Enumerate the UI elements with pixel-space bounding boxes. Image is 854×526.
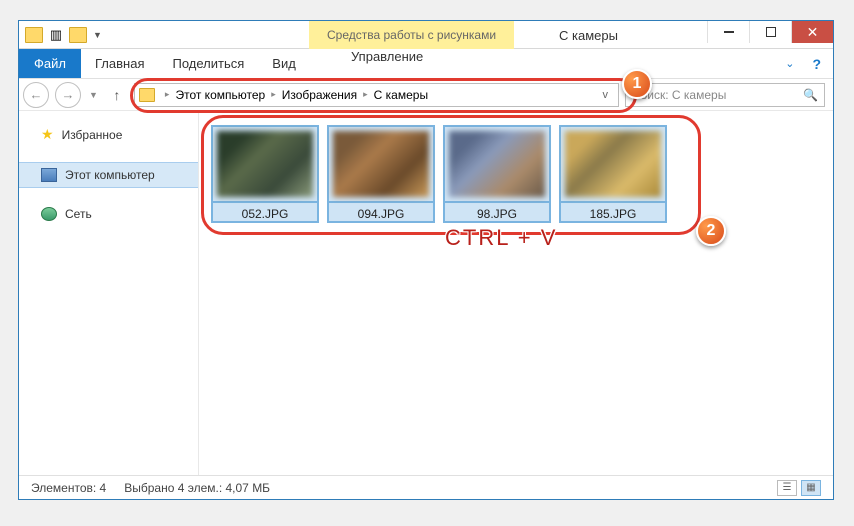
sidebar-item-favorites[interactable]: ★ Избранное	[19, 121, 198, 148]
history-dropdown-icon[interactable]: ▼	[87, 90, 100, 100]
status-bar: Элементов: 4 Выбрано 4 элем.: 4,07 МБ ☰ …	[19, 475, 833, 499]
files-selection-wrap: 052.JPG 094.JPG 98.JPG 185.JPG	[211, 125, 677, 223]
tab-manage[interactable]: Управление	[309, 49, 465, 64]
navigation-row: ← → ▼ ↑ ▸ Этот компьютер ▸ Изображения ▸…	[19, 79, 833, 111]
sidebar-item-label: Сеть	[65, 207, 92, 221]
annotation-badge: 2	[696, 216, 726, 246]
file-name: 185.JPG	[559, 203, 667, 223]
computer-icon	[41, 168, 57, 182]
file-name: 98.JPG	[443, 203, 551, 223]
search-input[interactable]: Поиск: С камеры 🔍	[625, 83, 825, 107]
folder-icon[interactable]	[25, 27, 43, 43]
sidebar-item-label: Избранное	[62, 128, 123, 142]
breadcrumb-segment[interactable]: Этот компьютер	[175, 88, 265, 102]
view-toggles: ☰ ▦	[777, 480, 821, 496]
tab-view[interactable]: Вид	[258, 49, 310, 78]
file-tab[interactable]: Файл	[19, 49, 81, 78]
search-placeholder: Поиск: С камеры	[632, 88, 726, 102]
address-bar[interactable]: ▸ Этот компьютер ▸ Изображения ▸ С камер…	[134, 83, 619, 107]
thumbnail	[443, 125, 551, 203]
thumbnail	[211, 125, 319, 203]
ribbon-tabs: Файл Главная Поделиться Вид Управление ⌄…	[19, 49, 833, 79]
status-selection: Выбрано 4 элем.: 4,07 МБ	[124, 481, 270, 495]
folder-icon	[139, 88, 155, 102]
explorer-window: ▥ ▼ Средства работы с рисунками С камеры…	[18, 20, 834, 500]
details-view-button[interactable]: ☰	[777, 480, 797, 496]
search-icon[interactable]: 🔍	[803, 88, 818, 102]
file-name: 052.JPG	[211, 203, 319, 223]
window-title: С камеры	[559, 21, 618, 49]
chevron-right-icon[interactable]: ▸	[161, 89, 174, 100]
breadcrumb-segment[interactable]: С камеры	[374, 88, 428, 102]
file-list-pane[interactable]: 052.JPG 094.JPG 98.JPG 185.JPG	[199, 111, 833, 475]
thumbnail	[327, 125, 435, 203]
minimize-button[interactable]	[707, 21, 749, 43]
back-button[interactable]: ←	[23, 82, 49, 108]
file-item[interactable]: 052.JPG	[211, 125, 319, 223]
status-item-count: Элементов: 4	[31, 481, 106, 495]
address-dropdown-icon[interactable]: v	[597, 89, 615, 101]
title-bar: ▥ ▼ Средства работы с рисунками С камеры…	[19, 21, 833, 49]
file-item[interactable]: 185.JPG	[559, 125, 667, 223]
star-icon: ★	[41, 126, 54, 143]
sidebar-item-network[interactable]: Сеть	[19, 202, 198, 226]
close-button[interactable]: ✕	[791, 21, 833, 43]
thumbnails-view-button[interactable]: ▦	[801, 480, 821, 496]
annotation-shortcut-label: CTRL + V	[445, 225, 557, 251]
address-bar-wrap: ▸ Этот компьютер ▸ Изображения ▸ С камер…	[134, 83, 619, 107]
network-icon	[41, 207, 57, 221]
navigation-pane: ★ Избранное Этот компьютер Сеть	[19, 111, 199, 475]
properties-icon[interactable]: ▥	[47, 26, 65, 44]
context-tab-label: Средства работы с рисунками	[309, 21, 514, 49]
help-icon[interactable]: ?	[812, 56, 821, 72]
file-item[interactable]: 98.JPG	[443, 125, 551, 223]
thumbnail	[559, 125, 667, 203]
new-folder-icon[interactable]	[69, 27, 87, 43]
file-name: 094.JPG	[327, 203, 435, 223]
ribbon-expand-icon[interactable]: ⌄	[785, 57, 794, 70]
tab-home[interactable]: Главная	[81, 49, 158, 78]
chevron-right-icon[interactable]: ▸	[267, 89, 280, 100]
qat-dropdown-icon[interactable]: ▼	[93, 30, 102, 40]
up-button[interactable]: ↑	[106, 84, 128, 106]
chevron-right-icon[interactable]: ▸	[359, 89, 372, 100]
maximize-button[interactable]	[749, 21, 791, 43]
quick-access-toolbar: ▥ ▼	[19, 21, 108, 48]
sidebar-item-label: Этот компьютер	[65, 168, 155, 182]
body: ★ Избранное Этот компьютер Сеть 052.JPG	[19, 111, 833, 475]
file-item[interactable]: 094.JPG	[327, 125, 435, 223]
breadcrumb-segment[interactable]: Изображения	[282, 88, 357, 102]
window-controls: ✕	[707, 21, 833, 48]
forward-button[interactable]: →	[55, 82, 81, 108]
sidebar-item-computer[interactable]: Этот компьютер	[19, 162, 198, 188]
tab-share[interactable]: Поделиться	[158, 49, 258, 78]
files-row: 052.JPG 094.JPG 98.JPG 185.JPG	[211, 125, 677, 223]
